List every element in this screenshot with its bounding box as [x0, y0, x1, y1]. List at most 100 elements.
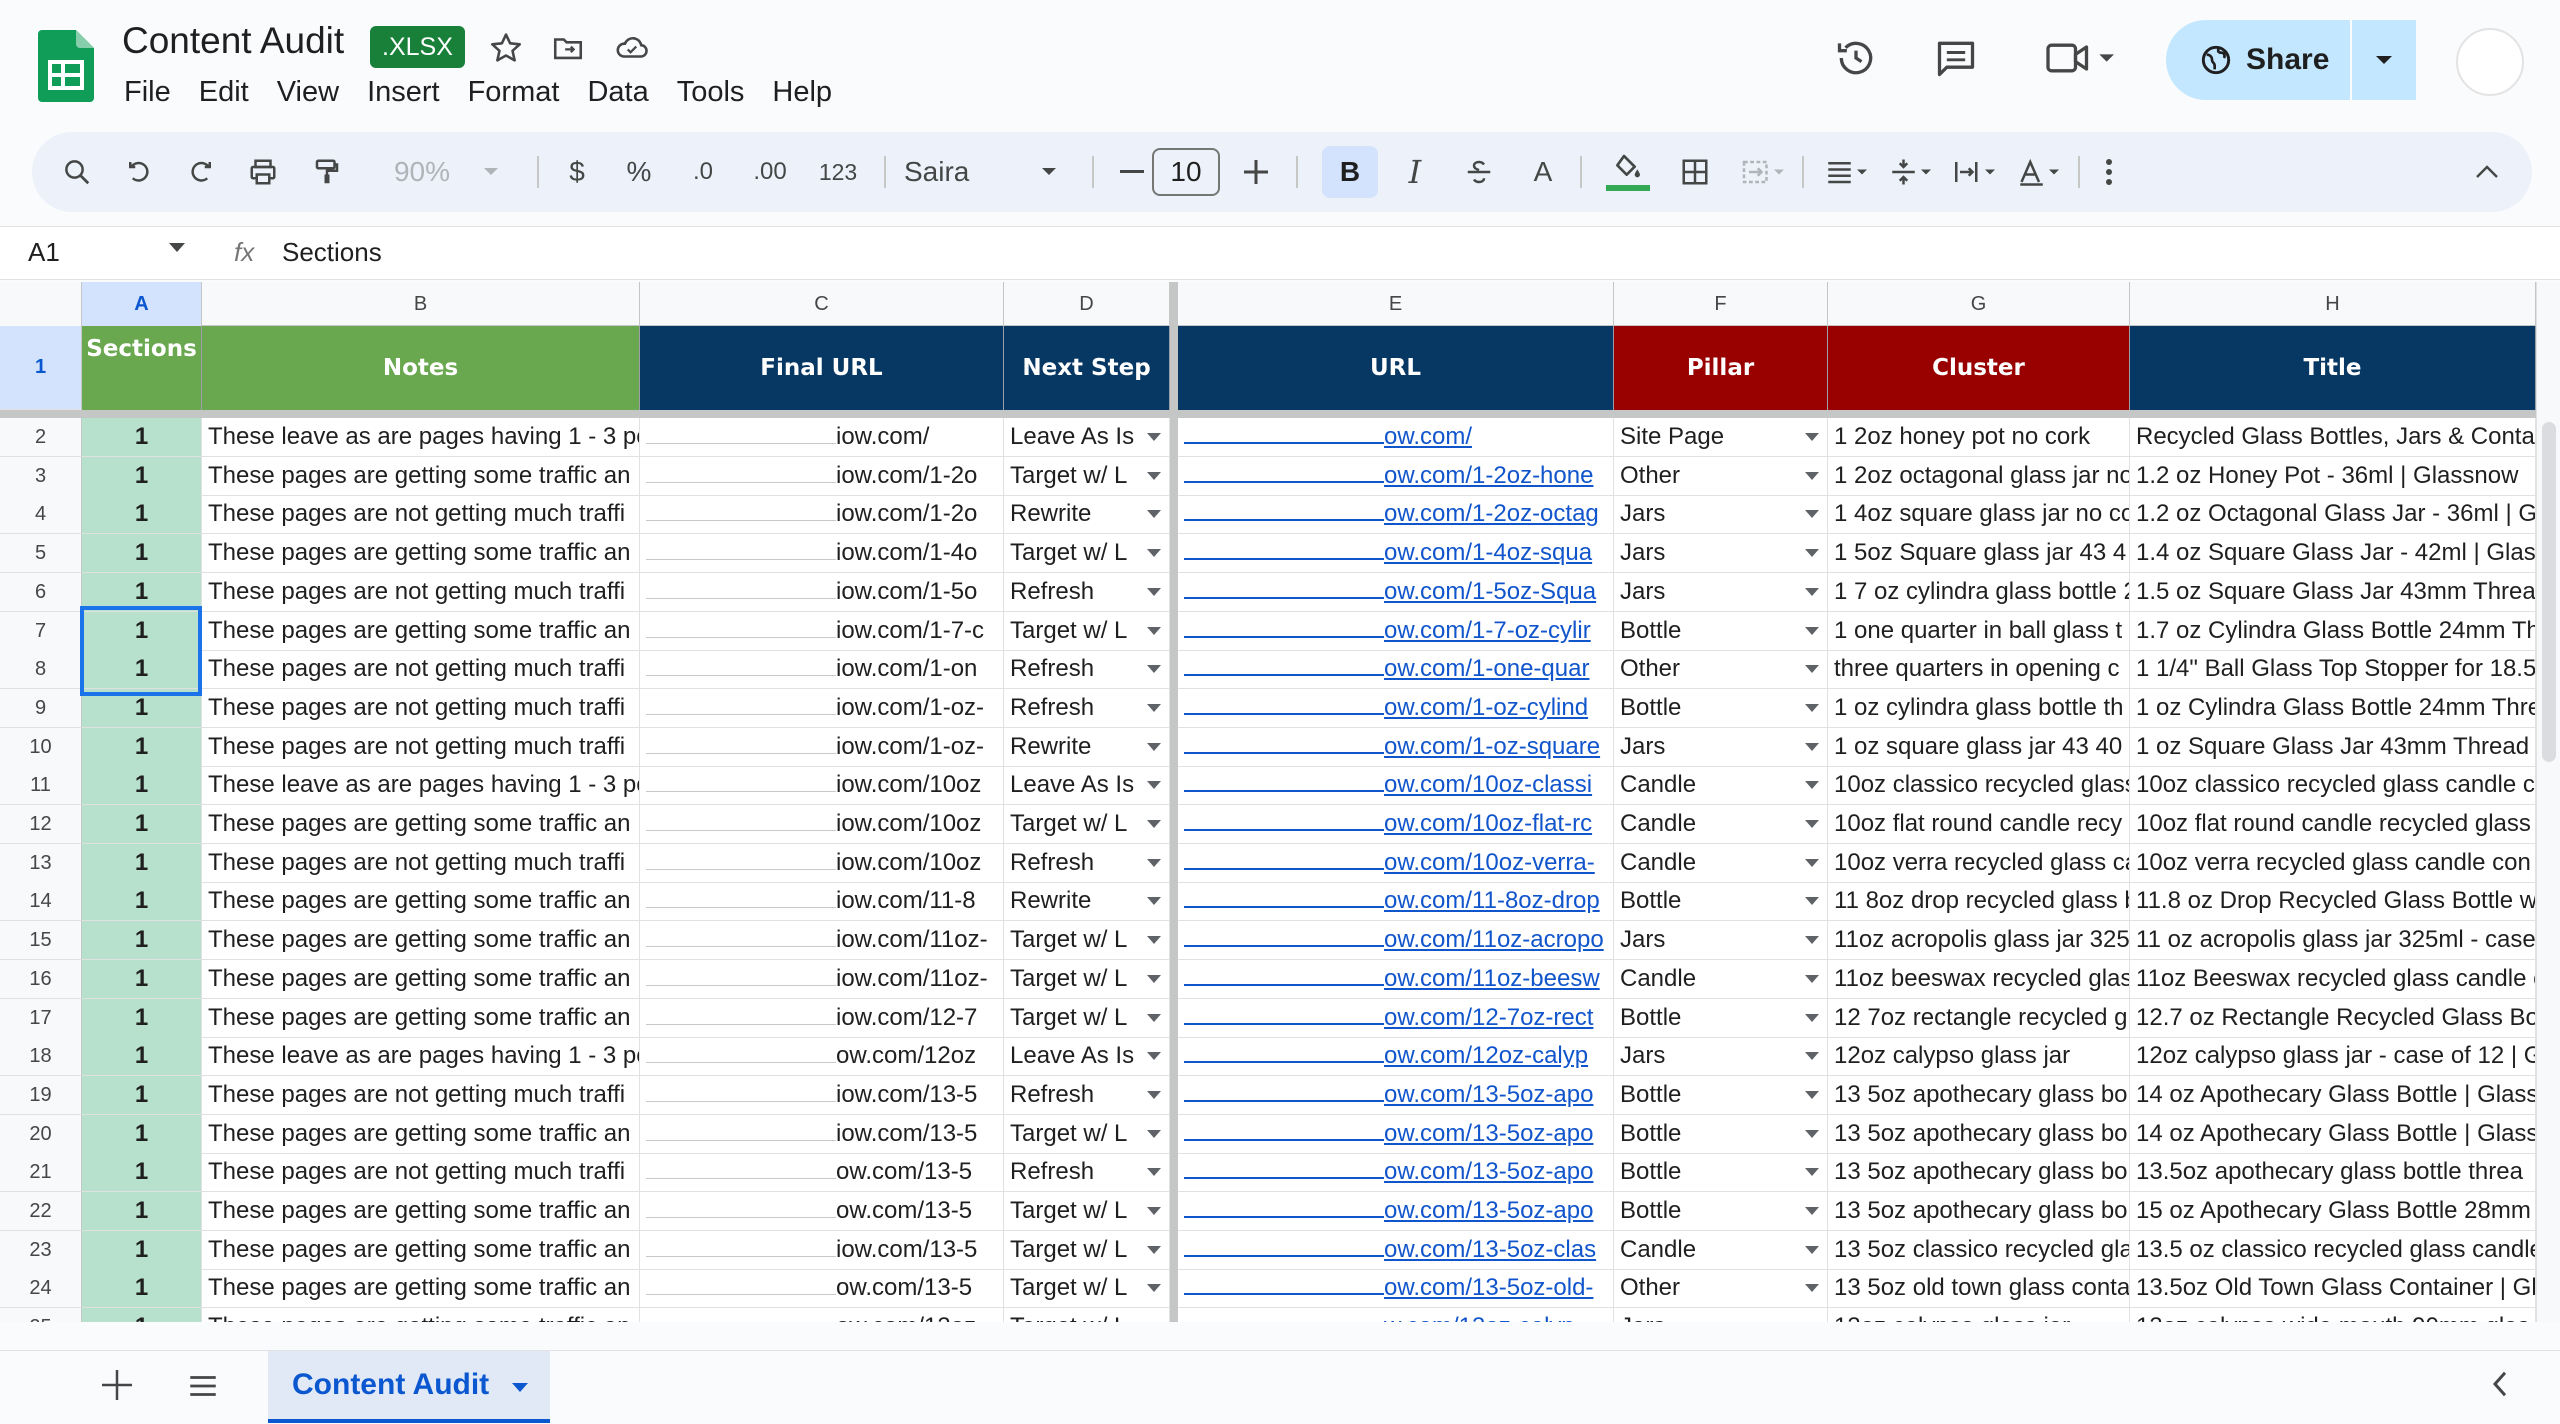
vertical-scroll-thumb[interactable] [2542, 422, 2556, 762]
menu-data[interactable]: Data [573, 70, 662, 114]
cell-d[interactable]: Leave As Is [1004, 418, 1170, 457]
cell-f[interactable]: Jars [1614, 728, 1828, 767]
cell-g[interactable]: 13oz calypso glass jar [1828, 1308, 2130, 1322]
dropdown-chevron-icon[interactable] [1147, 510, 1161, 518]
cell-g[interactable]: 13 5oz apothecary glass bo [1828, 1115, 2130, 1154]
merge-cells-icon[interactable] [1734, 146, 1794, 198]
cell-c[interactable]: iow.com/1-on [640, 650, 1004, 689]
dropdown-chevron-icon[interactable] [1147, 665, 1161, 673]
dropdown-chevron-icon[interactable] [1805, 510, 1819, 518]
menu-edit[interactable]: Edit [185, 70, 263, 114]
cell-a[interactable]: 1 [82, 1115, 202, 1154]
cell-h[interactable]: 1 1/4" Ball Glass Top Stopper for 18.5 [2130, 650, 2536, 689]
cell-h[interactable]: 11 oz acropolis glass jar 325ml - case [2130, 921, 2536, 960]
cell-h[interactable]: Recycled Glass Bottles, Jars & Contai [2130, 418, 2536, 457]
cell-e[interactable]: ow.com/13-5oz-old- [1178, 1269, 1614, 1308]
more-options-icon[interactable] [2094, 146, 2124, 198]
cell-b[interactable]: These pages are getting some traffic an [202, 1115, 640, 1154]
frozen-row-divider[interactable] [0, 410, 2560, 418]
cell-f[interactable]: Bottle [1614, 999, 1828, 1038]
cell-d[interactable]: Refresh [1004, 1076, 1170, 1115]
menu-help[interactable]: Help [758, 70, 846, 114]
column-header-g[interactable]: G [1828, 282, 2130, 326]
cell-b[interactable]: These pages are not getting much traffi [202, 650, 640, 689]
document-title[interactable]: Content Audit [122, 20, 344, 62]
cell-c[interactable]: ow.com/13-5 [640, 1153, 1004, 1192]
cell-h[interactable]: 10oz verra recycled glass candle con [2130, 844, 2536, 883]
dropdown-chevron-icon[interactable] [1147, 1130, 1161, 1138]
cell-g[interactable]: 11oz acropolis glass jar 325 [1828, 921, 2130, 960]
menu-file[interactable]: File [110, 70, 185, 114]
row-header[interactable]: 21 [0, 1153, 82, 1192]
cell-h[interactable]: 1.2 oz Honey Pot - 36ml | Glassnow [2130, 457, 2536, 496]
cell-f[interactable]: Other [1614, 457, 1828, 496]
cell-c[interactable]: iow.com/1-oz- [640, 728, 1004, 767]
cell-f[interactable]: Bottle [1614, 882, 1828, 921]
dropdown-chevron-icon[interactable] [1147, 743, 1161, 751]
cell-h[interactable]: 14 oz Apothecary Glass Bottle | Glass [2130, 1115, 2536, 1154]
cell-e[interactable]: ow.com/13-5oz-clas [1178, 1231, 1614, 1270]
chevron-down-icon[interactable] [512, 1383, 528, 1392]
dropdown-chevron-icon[interactable] [1147, 1014, 1161, 1022]
cell-h[interactable]: 13.5oz apothecary glass bottle threa [2130, 1153, 2536, 1192]
cell-b[interactable]: These leave as are pages having 1 - 3 pc [202, 418, 640, 457]
cell-f[interactable]: Jars [1614, 534, 1828, 573]
cell-d[interactable]: Rewrite [1004, 495, 1170, 534]
menu-view[interactable]: View [263, 70, 353, 114]
percent-format-button[interactable]: % [616, 146, 662, 198]
cell-f[interactable]: Other [1614, 650, 1828, 689]
cell-b[interactable]: These pages are not getting much traffi [202, 844, 640, 883]
currency-format-button[interactable]: $ [554, 146, 600, 198]
cell-a[interactable]: 1 [82, 999, 202, 1038]
dropdown-chevron-icon[interactable] [1805, 627, 1819, 635]
cell-g[interactable]: 1 2oz octagonal glass jar no co [1828, 457, 2130, 496]
formula-input[interactable]: Sections [282, 237, 382, 268]
cell-g[interactable]: 10oz verra recycled glass ca [1828, 844, 2130, 883]
spreadsheet-grid[interactable]: ABCDEFGH 1 Sections Notes Final URL Next Ste… [0, 282, 2560, 1322]
cell-a[interactable]: 1 [82, 728, 202, 767]
cell-h[interactable]: 1.2 oz Octagonal Glass Jar - 36ml | Gl [2130, 495, 2536, 534]
cloud-saved-icon[interactable] [612, 28, 652, 68]
column-header-h[interactable]: H [2130, 282, 2536, 326]
cell-g[interactable]: 1 oz square glass jar 43 40 [1828, 728, 2130, 767]
cell-c[interactable]: iow.com/11-8 [640, 882, 1004, 921]
cell-h[interactable]: 1.7 oz Cylindra Glass Bottle 24mm Th [2130, 612, 2536, 651]
dropdown-chevron-icon[interactable] [1805, 975, 1819, 983]
cell-d[interactable]: Rewrite [1004, 728, 1170, 767]
row-header[interactable]: 9 [0, 689, 82, 728]
fill-color-button[interactable] [1600, 146, 1656, 198]
cell-f[interactable]: Jars [1614, 921, 1828, 960]
cell-c[interactable]: iow.com/1-2o [640, 457, 1004, 496]
cell-g[interactable]: 1 2oz honey pot no cork [1828, 418, 2130, 457]
row-header[interactable]: 8 [0, 650, 82, 689]
dropdown-chevron-icon[interactable] [1147, 781, 1161, 789]
increase-font-size-button[interactable] [1234, 146, 1278, 198]
zoom-select[interactable]: 90% [372, 146, 472, 198]
cell-c[interactable]: iow.com/1-2o [640, 495, 1004, 534]
cell-c[interactable]: iow.com/1-4o [640, 534, 1004, 573]
avatar[interactable] [2456, 28, 2524, 96]
cell-c[interactable]: iow.com/1-oz- [640, 689, 1004, 728]
column-header-a[interactable]: A [82, 282, 202, 326]
add-sheet-button[interactable] [102, 1365, 132, 1410]
cell-a[interactable]: 1 [82, 534, 202, 573]
cell-e[interactable]: ow.com/13-5oz-apo [1178, 1192, 1614, 1231]
cell-b[interactable]: These pages are not getting much traffi [202, 689, 640, 728]
cell-f[interactable]: Jars [1614, 1308, 1828, 1322]
dropdown-chevron-icon[interactable] [1805, 433, 1819, 441]
name-box-chevron-icon[interactable] [168, 241, 186, 259]
cell-a[interactable]: 1 [82, 1269, 202, 1308]
cell-f[interactable]: Bottle [1614, 1192, 1828, 1231]
cell-a[interactable]: 1 [82, 844, 202, 883]
row-header[interactable]: 6 [0, 573, 82, 612]
text-color-button[interactable]: A [1520, 146, 1566, 198]
cell-a[interactable]: 1 [82, 921, 202, 960]
cell-h[interactable]: 10oz flat round candle recycled glass [2130, 805, 2536, 844]
cell-g[interactable]: 12oz calypso glass jar [1828, 1037, 2130, 1076]
video-call-icon[interactable] [2036, 32, 2126, 84]
strikethrough-icon[interactable] [1456, 146, 1502, 198]
cell-d[interactable]: Target w/ L [1004, 960, 1170, 999]
cell-g[interactable]: 11oz beeswax recycled glas [1828, 960, 2130, 999]
cell-d[interactable]: Target w/ L [1004, 805, 1170, 844]
cell-f[interactable]: Bottle [1614, 689, 1828, 728]
